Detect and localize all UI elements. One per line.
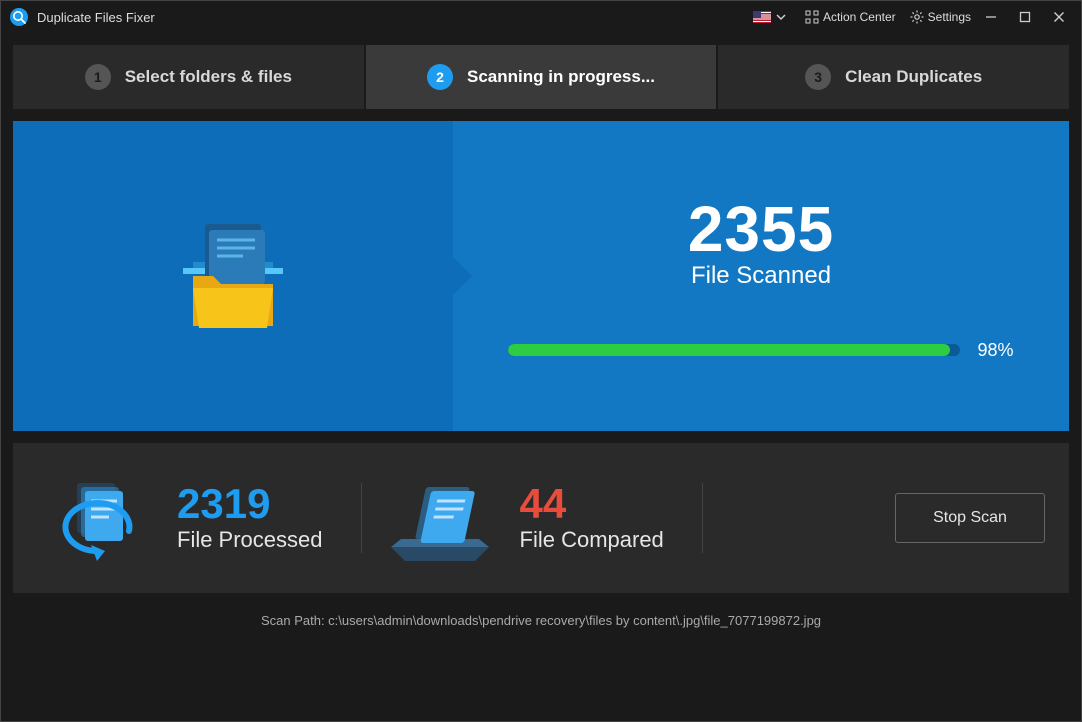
minimize-button[interactable]	[977, 3, 1005, 31]
step-3-badge: 3	[805, 64, 831, 90]
app-logo-icon	[9, 7, 29, 27]
stop-scan-button[interactable]: Stop Scan	[895, 493, 1045, 543]
action-center-button[interactable]: Action Center	[805, 10, 896, 24]
step-1-label: Select folders & files	[125, 67, 292, 87]
progress-bar-fill	[508, 344, 950, 356]
files-scanned-count: 2355	[688, 192, 834, 266]
flag-us-icon	[753, 11, 771, 23]
step-select-folders[interactable]: 1 Select folders & files	[13, 45, 364, 109]
compare-doc-icon	[380, 473, 500, 563]
grid-icon	[805, 10, 819, 24]
progress-bar-wrap: 98%	[508, 340, 1013, 361]
step-2-badge: 2	[427, 64, 453, 90]
scan-path-row: Scan Path: c:\users\admin\downloads\pend…	[1, 605, 1081, 628]
step-scanning[interactable]: 2 Scanning in progress...	[366, 45, 717, 109]
close-button[interactable]	[1045, 3, 1073, 31]
step-3-label: Clean Duplicates	[845, 67, 982, 87]
app-window: Duplicate Files Fixer Action Center Sett…	[0, 0, 1082, 722]
progress-percent: 98%	[978, 340, 1014, 361]
minimize-icon	[985, 11, 997, 23]
compared-stat: 44 File Compared	[500, 483, 684, 553]
refresh-doc-icon	[37, 473, 157, 563]
settings-button[interactable]: Settings	[910, 10, 971, 24]
scan-path-prefix: Scan Path:	[261, 613, 328, 628]
maximize-icon	[1019, 11, 1031, 23]
step-tabs: 1 Select folders & files 2 Scanning in p…	[13, 45, 1069, 109]
app-title: Duplicate Files Fixer	[37, 10, 155, 25]
divider	[361, 483, 362, 553]
processed-count: 2319	[177, 483, 323, 525]
panel-arrow-icon	[452, 256, 472, 296]
maximize-button[interactable]	[1011, 3, 1039, 31]
step-2-label: Scanning in progress...	[467, 67, 655, 87]
compared-label: File Compared	[520, 527, 664, 553]
titlebar: Duplicate Files Fixer Action Center Sett…	[1, 1, 1081, 33]
scan-path-value: c:\users\admin\downloads\pendrive recove…	[328, 613, 821, 628]
files-scanned-label: File Scanned	[691, 262, 831, 290]
settings-label: Settings	[928, 10, 971, 24]
divider	[702, 483, 703, 553]
processed-label: File Processed	[177, 527, 323, 553]
stats-row: 2319 File Processed 44 File Compared S	[13, 443, 1069, 593]
folder-scan-icon	[163, 206, 303, 346]
action-center-label: Action Center	[823, 10, 896, 24]
scan-stats-panel: 2355 File Scanned 98%	[453, 121, 1069, 431]
progress-bar	[508, 344, 959, 356]
scan-panel: 2355 File Scanned 98%	[13, 121, 1069, 431]
chevron-down-icon	[775, 11, 787, 23]
language-selector[interactable]	[753, 11, 791, 23]
compared-count: 44	[520, 483, 664, 525]
close-icon	[1053, 11, 1065, 23]
step-1-badge: 1	[85, 64, 111, 90]
gear-icon	[910, 10, 924, 24]
scan-illustration-panel	[13, 121, 453, 431]
processed-stat: 2319 File Processed	[157, 483, 343, 553]
step-clean-duplicates[interactable]: 3 Clean Duplicates	[718, 45, 1069, 109]
